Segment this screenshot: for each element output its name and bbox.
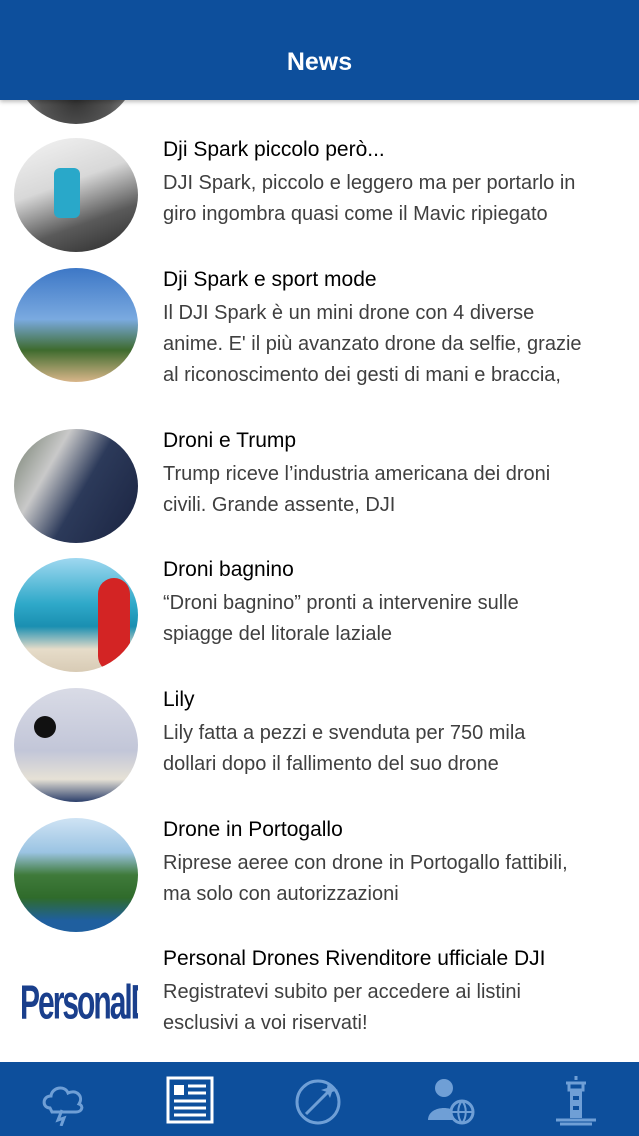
user-globe-icon [428, 1079, 475, 1125]
tab-news[interactable] [162, 1072, 218, 1128]
list-item[interactable]: Dji Spark e sport mode Il DJI Spark è un… [0, 230, 639, 386]
list-item[interactable]: Drone in Portogallo Riprese aeree con dr… [0, 780, 639, 932]
list-item[interactable]: Droni bagnino “Droni bagnino” pronti a i… [0, 520, 639, 672]
news-description: Lily fatta a pezzi e svenduta per 750 mi… [163, 722, 526, 775]
lighthouse-icon [556, 1076, 596, 1126]
news-title: Droni bagnino [163, 558, 294, 581]
tab-flight[interactable] [290, 1072, 346, 1128]
news-description: Registratevi subito per accedere ai list… [163, 981, 521, 1034]
news-title: Droni e Trump [163, 429, 297, 452]
tab-weather[interactable] [36, 1072, 92, 1128]
news-title: Drone in Portogallo [163, 818, 343, 841]
news-title: Dji Spark piccolo però... [163, 138, 385, 161]
news-description: Il DJI Spark è un mini drone con 4 diver… [163, 302, 582, 386]
news-title: Personal Drones Rivenditore ufficiale DJ… [163, 947, 546, 970]
news-description: Riprese aeree con drone in Portogallo fa… [163, 852, 568, 905]
news-title: Lily [163, 688, 195, 711]
tab-profile[interactable] [422, 1072, 478, 1128]
news-description: Trump riceve l’industria americana dei d… [163, 463, 551, 516]
tab-bar [0, 1062, 639, 1136]
news-description: “Droni bagnino” pronti a intervenire sul… [163, 592, 519, 645]
list-item[interactable]: Lily Lily fatta a pezzi e svenduta per 7… [0, 650, 639, 802]
header-bar: News [0, 0, 639, 100]
newspaper-icon [166, 1076, 214, 1124]
list-item[interactable]: Dji Spark piccolo però... DJI Spark, pic… [0, 100, 639, 252]
list-item[interactable]: Droni e Trump Trump riceve l’industria a… [0, 391, 639, 543]
news-title: Dji Spark e sport mode [163, 268, 377, 291]
page-title: News [286, 48, 353, 76]
news-thumbnail [14, 268, 138, 382]
compass-plane-icon [295, 1079, 341, 1125]
personal-drones-logo: PersonalDrones [14, 947, 138, 1061]
tab-lighthouse[interactable] [548, 1072, 604, 1128]
news-list[interactable]: Dji Spark piccolo però... DJI Spark, pic… [0, 100, 639, 1062]
weather-cloud-icon [42, 1086, 84, 1126]
list-item[interactable]: PersonalDrones Personal Drones Rivendito… [0, 909, 639, 1061]
news-description: DJI Spark, piccolo e leggero ma per port… [163, 172, 576, 225]
